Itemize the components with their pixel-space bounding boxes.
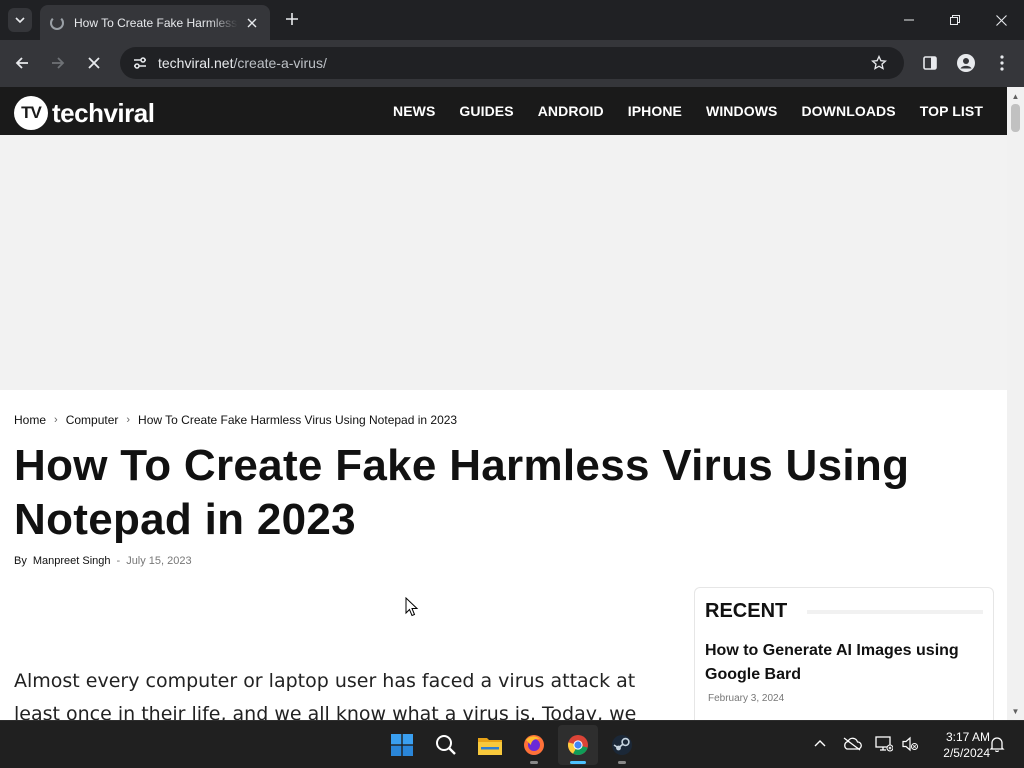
active-indicator xyxy=(570,761,586,764)
arrow-right-icon xyxy=(52,57,65,69)
clock-date: 2/5/2024 xyxy=(943,746,990,760)
arrow-left-icon xyxy=(15,57,28,69)
tab-search-button[interactable] xyxy=(8,8,32,32)
search-button[interactable] xyxy=(426,725,466,765)
side-panel-icon[interactable] xyxy=(916,49,944,77)
notification-bell-icon[interactable] xyxy=(988,735,1006,753)
file-explorer-button[interactable] xyxy=(470,725,510,765)
new-tab-button[interactable] xyxy=(280,9,304,31)
page-viewport: TV techviral NEWS GUIDES ANDROID IPHONE … xyxy=(0,87,1024,720)
volume-muted-icon[interactable] xyxy=(900,735,920,753)
browser-tab[interactable]: How To Create Fake Harmless Virus Using … xyxy=(40,5,270,40)
network-icon[interactable] xyxy=(874,735,894,753)
breadcrumb: Home › Computer › How To Create Fake Har… xyxy=(14,413,457,427)
close-icon xyxy=(247,18,257,27)
site-header: TV techviral NEWS GUIDES ANDROID IPHONE … xyxy=(0,87,1007,135)
firefox-icon xyxy=(524,735,544,755)
url-host: techviral.net xyxy=(158,55,234,71)
heading-rule xyxy=(807,609,983,614)
chrome-button[interactable] xyxy=(558,725,598,765)
publish-date: July 15, 2023 xyxy=(126,555,192,567)
tab-title: How To Create Fake Harmless Virus Using … xyxy=(74,15,238,30)
back-button[interactable] xyxy=(8,49,36,77)
url-text: techviral.net/create-a-virus/ xyxy=(158,55,327,71)
close-icon xyxy=(88,57,100,69)
nav-top-list[interactable]: TOP LIST xyxy=(920,103,983,119)
breadcrumb-home[interactable]: Home xyxy=(14,413,46,427)
windows-logo-icon xyxy=(391,734,413,756)
bookmark-star-icon[interactable] xyxy=(868,52,890,74)
address-bar[interactable]: techviral.net/create-a-virus/ xyxy=(120,47,904,79)
url-path: /create-a-virus/ xyxy=(233,55,327,71)
close-icon xyxy=(995,14,1007,26)
recent-heading-text: RECENT xyxy=(705,600,788,622)
loading-spinner-icon xyxy=(50,15,64,30)
nav-news[interactable]: NEWS xyxy=(393,103,435,119)
onedrive-offline-icon[interactable] xyxy=(842,735,862,753)
browser-toolbar: techviral.net/create-a-virus/ xyxy=(0,40,1024,87)
running-indicator xyxy=(530,761,538,764)
tray-overflow-chevron-icon[interactable] xyxy=(812,735,828,751)
minimize-button[interactable] xyxy=(886,0,932,40)
nav-android[interactable]: ANDROID xyxy=(538,103,604,119)
recent-heading: RECENT xyxy=(705,600,983,623)
tab-close-button[interactable] xyxy=(244,15,260,31)
recent-post-date: February 3, 2024 xyxy=(708,693,785,704)
article-title: How To Create Fake Harmless Virus Using … xyxy=(14,441,910,544)
profile-icon[interactable] xyxy=(952,49,980,77)
forward-button[interactable] xyxy=(44,49,72,77)
main-menu: NEWS GUIDES ANDROID IPHONE WINDOWS DOWNL… xyxy=(393,87,983,135)
scroll-up-arrow-icon[interactable]: ▲ xyxy=(1007,89,1024,103)
running-indicator xyxy=(618,761,626,764)
site-logo[interactable]: TV techviral xyxy=(14,96,155,130)
logo-wordmark: techviral xyxy=(52,97,155,128)
mouse-cursor-icon xyxy=(405,597,419,617)
minimize-icon xyxy=(904,19,914,21)
breadcrumb-computer[interactable]: Computer xyxy=(66,413,119,427)
recent-posts-widget: RECENT How to Generate AI Images using G… xyxy=(694,587,994,720)
breadcrumb-separator: › xyxy=(126,414,131,426)
breadcrumb-current: How To Create Fake Harmless Virus Using … xyxy=(138,413,458,427)
nav-guides[interactable]: GUIDES xyxy=(459,103,513,119)
clock-time: 3:17 AM xyxy=(945,730,990,744)
windows-taskbar: 3:17 AM 2/5/2024 xyxy=(0,720,1024,768)
byline-prefix: By xyxy=(14,555,27,567)
chrome-icon xyxy=(567,735,588,756)
firefox-button[interactable] xyxy=(514,725,554,765)
author-link[interactable]: Manpreet Singh xyxy=(33,555,111,567)
recent-post-link[interactable]: How to Generate AI Images using Google B… xyxy=(705,639,983,687)
plus-icon xyxy=(286,13,298,25)
taskbar-clock[interactable]: 3:17 AM 2/5/2024 xyxy=(924,729,990,761)
more-menu-icon[interactable] xyxy=(988,49,1016,77)
browser-tab-strip: How To Create Fake Harmless Virus Using … xyxy=(0,0,1024,40)
site-info-icon[interactable] xyxy=(128,51,152,75)
folder-icon xyxy=(478,738,502,755)
page-scrollbar[interactable]: ▲ ▼ xyxy=(1007,87,1024,720)
search-icon xyxy=(436,735,456,755)
scrollbar-thumb[interactable] xyxy=(1011,104,1020,132)
byline: By Manpreet Singh - July 15, 2023 xyxy=(14,555,192,567)
close-window-button[interactable] xyxy=(978,0,1024,40)
logo-badge: TV xyxy=(14,96,48,130)
nav-windows[interactable]: WINDOWS xyxy=(706,103,777,119)
stop-loading-button[interactable] xyxy=(80,49,108,77)
restore-icon xyxy=(950,15,960,25)
ad-placeholder xyxy=(0,135,1007,390)
restore-button[interactable] xyxy=(932,0,978,40)
nav-iphone[interactable]: IPHONE xyxy=(628,103,682,119)
steam-button[interactable] xyxy=(602,725,642,765)
scroll-down-arrow-icon[interactable]: ▼ xyxy=(1007,704,1024,718)
chevron-down-icon xyxy=(15,17,25,24)
nav-downloads[interactable]: DOWNLOADS xyxy=(801,103,895,119)
steam-icon xyxy=(612,735,632,755)
article-lead-paragraph: Almost every computer or laptop user has… xyxy=(14,670,637,720)
start-button[interactable] xyxy=(382,725,422,765)
byline-dash: - xyxy=(116,555,121,567)
breadcrumb-separator: › xyxy=(54,414,58,426)
